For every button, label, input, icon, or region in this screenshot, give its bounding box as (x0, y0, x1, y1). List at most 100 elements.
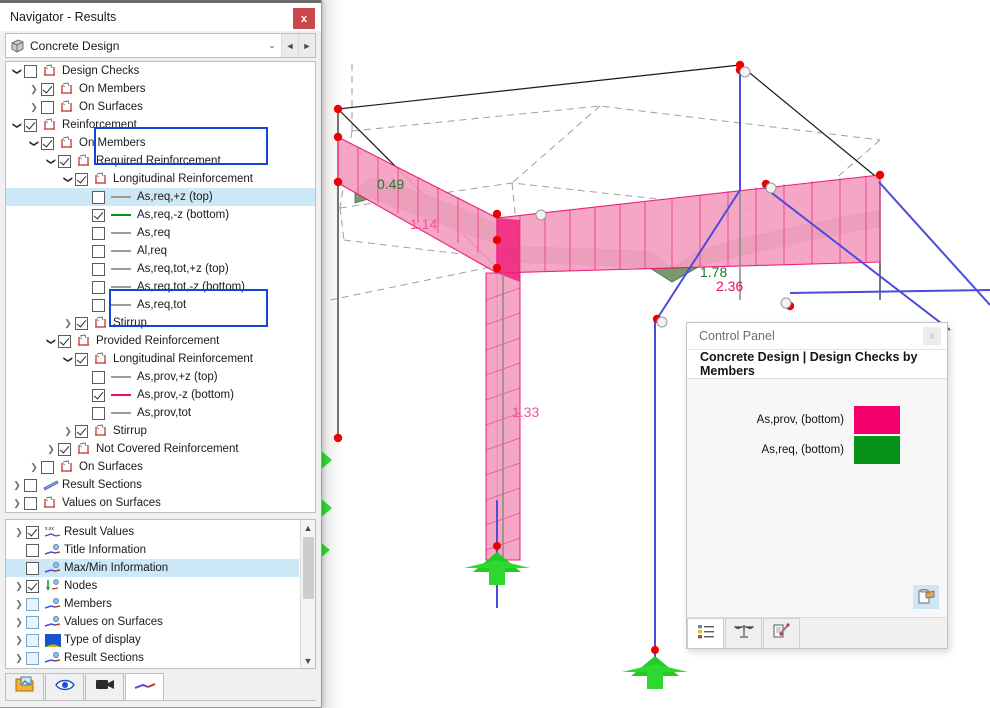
project-navigator-tab[interactable] (5, 673, 44, 700)
chevron-right-icon[interactable]: ❯ (10, 498, 24, 508)
tree-item-provided-reinforcement[interactable]: ❯ Provided Reinforcement (6, 332, 315, 350)
tree-item-as-prov-tot[interactable]: As,prov,tot (6, 404, 315, 422)
tree-item-reinforcement[interactable]: ❯ Reinforcement (6, 116, 315, 134)
tree-item-as-req-tot-z-top[interactable]: As,req,tot,+z (top) (6, 260, 315, 278)
checkbox[interactable] (92, 244, 105, 258)
chevron-down-icon[interactable]: ⌄ (263, 34, 281, 57)
checkbox[interactable] (26, 561, 39, 575)
checkbox[interactable] (26, 543, 39, 557)
tree-item-on-members[interactable]: ❯ On Members (6, 80, 315, 98)
navigator-category-combo[interactable]: Concrete Design ⌄ ◄ ► (5, 33, 316, 58)
chevron-down-icon[interactable]: ❯ (13, 118, 23, 132)
color-scale-tab[interactable] (687, 618, 724, 648)
scroll-down-icon[interactable]: ▼ (304, 653, 313, 668)
legend-color-swatch[interactable] (854, 406, 900, 434)
chevron-right-icon[interactable]: ❯ (12, 635, 26, 645)
checkbox[interactable] (58, 442, 71, 456)
display-options-scrollbar[interactable]: ▲ ▼ (300, 520, 315, 668)
checkbox[interactable] (24, 496, 37, 510)
navigator-bottom-tabs[interactable] (5, 673, 316, 701)
tree-item-on-surfaces[interactable]: ❯ On Surfaces (6, 98, 315, 116)
chevron-right-icon[interactable]: ❯ (12, 527, 26, 537)
chevron-right-icon[interactable]: ❯ (10, 480, 24, 490)
tree-item-on-surfaces[interactable]: ❯ On Surfaces (6, 458, 315, 476)
display-options-panel[interactable]: ❯ x.xx Result Values Title Information Max/M… (5, 519, 316, 669)
tree-item-as-req-z-bottom[interactable]: As,req,-z (bottom) (6, 206, 315, 224)
checkbox[interactable] (26, 525, 39, 539)
tree-item-stirrup[interactable]: ❯ Stirrup (6, 314, 315, 332)
tree-item-required-reinforcement[interactable]: ❯ Required Reinforcement (6, 152, 315, 170)
chevron-right-icon[interactable]: ❯ (61, 426, 75, 436)
checkbox[interactable] (41, 136, 54, 150)
close-icon[interactable]: x (923, 327, 941, 345)
checkbox[interactable] (24, 64, 37, 78)
checkbox[interactable] (26, 597, 39, 611)
tree-item-stirrup[interactable]: ❯ Stirrup (6, 422, 315, 440)
chevron-right-icon[interactable]: ❯ (44, 444, 58, 454)
chevron-down-icon[interactable]: ❯ (13, 64, 23, 78)
display-item-max-min-information[interactable]: Max/Min Information (6, 559, 299, 577)
checkbox[interactable] (41, 100, 54, 114)
legend-color-swatch[interactable] (854, 436, 900, 464)
checkbox[interactable] (92, 388, 105, 402)
chevron-down-icon[interactable]: ❯ (64, 172, 74, 186)
checkbox[interactable] (92, 280, 105, 294)
tree-item-as-req-z-top[interactable]: As,req,+z (top) (6, 188, 315, 206)
checkbox[interactable] (92, 262, 105, 276)
display-item-members[interactable]: ❯ Members (6, 595, 299, 613)
display-item-title-information[interactable]: Title Information (6, 541, 299, 559)
checkbox[interactable] (75, 172, 88, 186)
chevron-down-icon[interactable]: ❯ (64, 352, 74, 366)
tree-item-as-req-tot[interactable]: As,req,tot (6, 296, 315, 314)
close-icon[interactable]: x (293, 8, 315, 29)
display-options-tree[interactable]: ❯ x.xx Result Values Title Information Max/M… (6, 523, 299, 667)
tree-item-as-req[interactable]: As,req (6, 224, 315, 242)
checkbox[interactable] (26, 633, 39, 647)
tree-item-design-checks[interactable]: ❯ Design Checks (6, 62, 315, 80)
tree-item-on-members[interactable]: ❯ On Members (6, 134, 315, 152)
chevron-down-icon[interactable]: ❯ (47, 154, 57, 168)
checkbox[interactable] (92, 226, 105, 240)
display-item-nodes[interactable]: ❯ Nodes (6, 577, 299, 595)
display-navigator-tab[interactable] (45, 673, 84, 700)
checkbox[interactable] (92, 406, 105, 420)
scrollbar-thumb[interactable] (303, 537, 314, 599)
chevron-right-icon[interactable]: ❯ (27, 84, 41, 94)
tree-item-longitudinal-reinforcement[interactable]: ❯ Longitudinal Reinforcement (6, 170, 315, 188)
tree-item-result-sections[interactable]: ❯ Result Sections (6, 476, 315, 494)
tree-item-as-prov-z-bottom[interactable]: As,prov,-z (bottom) (6, 386, 315, 404)
checkbox[interactable] (26, 651, 39, 665)
chevron-right-icon[interactable]: ❯ (27, 102, 41, 112)
checkbox[interactable] (26, 615, 39, 629)
chevron-right-icon[interactable]: ❯ (27, 462, 41, 472)
checkbox[interactable] (26, 579, 39, 593)
display-item-result-values[interactable]: ❯ x.xx Result Values (6, 523, 299, 541)
tree-item-not-covered-reinforcement[interactable]: ❯ Not Covered Reinforcement (6, 440, 315, 458)
checkbox[interactable] (92, 370, 105, 384)
checkbox[interactable] (92, 190, 105, 204)
results-tree[interactable]: ❯ Design Checks ❯ On Members ❯ On Surfaces ❯ Re… (6, 62, 315, 512)
checkbox[interactable] (24, 478, 37, 492)
scroll-up-icon[interactable]: ▲ (304, 520, 313, 535)
display-item-result-sections[interactable]: ❯ Result Sections (6, 649, 299, 667)
previous-arrow-icon[interactable]: ◄ (281, 34, 298, 57)
checkbox[interactable] (92, 298, 105, 312)
checkbox[interactable] (92, 208, 105, 222)
chevron-right-icon[interactable]: ❯ (12, 617, 26, 627)
checkbox[interactable] (75, 352, 88, 366)
display-props-tab[interactable] (763, 618, 800, 648)
factors-tab[interactable] (725, 618, 762, 648)
checkbox[interactable] (24, 118, 37, 132)
results-tree-panel[interactable]: ❯ Design Checks ❯ On Members ❯ On Surfaces ❯ Re… (5, 61, 316, 513)
control-panel-tabs[interactable] (687, 617, 947, 648)
chevron-down-icon[interactable]: ❯ (47, 334, 57, 348)
tree-item-al-req[interactable]: Al,req (6, 242, 315, 260)
tree-item-values-on-surfaces[interactable]: ❯ Values on Surfaces (6, 494, 315, 512)
next-arrow-icon[interactable]: ► (298, 34, 315, 57)
checkbox[interactable] (75, 316, 88, 330)
chevron-down-icon[interactable]: ❯ (30, 136, 40, 150)
checkbox[interactable] (58, 334, 71, 348)
chevron-right-icon[interactable]: ❯ (12, 581, 26, 591)
display-item-values-on-surfaces[interactable]: ❯ Values on Surfaces (6, 613, 299, 631)
views-navigator-tab[interactable] (85, 673, 124, 700)
